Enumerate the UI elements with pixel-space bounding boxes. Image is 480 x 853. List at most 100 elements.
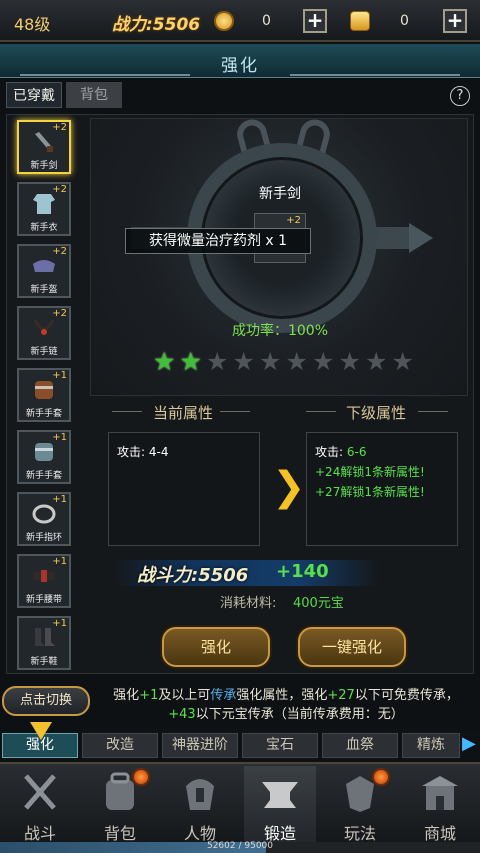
star-empty-icon: ★ bbox=[259, 347, 282, 376]
enhance-level: +2 bbox=[52, 246, 67, 257]
helmet-icon bbox=[186, 779, 214, 810]
hint-text: +27 bbox=[327, 688, 355, 703]
subtab-blood-sacrifice[interactable]: 血祭 bbox=[322, 733, 398, 758]
inheritance-hint: 强化+1及以上可传承强化属性，强化+27以下可免费传承， +43以下元宝传承（当前… bbox=[108, 686, 464, 724]
notification-badge bbox=[372, 768, 390, 786]
ring-icon bbox=[32, 504, 56, 524]
title-bar: 强化 bbox=[0, 44, 480, 78]
battle-power: 战斗力:5506 bbox=[137, 565, 249, 586]
attribute-value: 4-4 bbox=[148, 445, 169, 459]
add-ingot-button[interactable]: + bbox=[443, 9, 467, 33]
next-attributes-title: 下级属性 bbox=[346, 404, 407, 422]
battle-power-gain: +140 bbox=[276, 561, 329, 582]
attribute-label: 攻击: bbox=[117, 445, 146, 459]
tab-bag[interactable]: 背包 bbox=[66, 82, 122, 108]
attribute-value: 6-6 bbox=[346, 445, 367, 459]
add-coin-button[interactable]: + bbox=[303, 9, 327, 33]
hint-text: 及以上可 bbox=[158, 688, 211, 703]
hint-text: 传承 bbox=[210, 688, 237, 703]
star-empty-icon: ★ bbox=[365, 347, 388, 376]
enhance-level: +1 bbox=[52, 370, 67, 381]
equipment-slot-helmet[interactable]: +2 新手盔 bbox=[17, 244, 71, 298]
star-empty-icon: ★ bbox=[312, 347, 335, 376]
attribute-line: 攻击: 6-6 bbox=[315, 443, 366, 460]
nav-gameplay[interactable]: 玩法 bbox=[324, 766, 396, 843]
equipment-name: 新手指环 bbox=[25, 533, 62, 543]
equipment-slot-armor[interactable]: +2 新手衣 bbox=[17, 182, 71, 236]
hint-text: 以下可免费传承， bbox=[354, 688, 459, 703]
switch-button[interactable]: 点击切换 bbox=[2, 686, 90, 716]
nav-bag[interactable]: 背包 bbox=[84, 766, 156, 843]
glove-icon bbox=[35, 381, 53, 399]
pavilion-icon bbox=[422, 776, 458, 810]
crossed-swords-icon bbox=[24, 774, 56, 810]
equipment-slot-sword[interactable]: +2 新手剑 bbox=[17, 120, 71, 174]
nav-forge[interactable]: 锻造 bbox=[244, 766, 316, 843]
enhance-level: +2 bbox=[52, 308, 67, 319]
top-bar: 48级 战力:5506 0 + 0 + bbox=[0, 0, 480, 42]
subtab-refine[interactable]: 精炼 bbox=[402, 733, 460, 758]
attribute-label: 攻击: bbox=[315, 445, 344, 459]
equipment-slot-gloves-2[interactable]: +1 新手手套 bbox=[17, 430, 71, 484]
tab-worn[interactable]: 已穿戴 bbox=[6, 82, 62, 108]
experience-text: 52602 / 95000 bbox=[206, 841, 273, 851]
star-empty-icon: ★ bbox=[206, 347, 229, 376]
equipment-slot-ring[interactable]: +1 新手指环 bbox=[17, 492, 71, 546]
nav-character[interactable]: 人物 bbox=[164, 766, 236, 843]
heading-decoration bbox=[220, 411, 250, 412]
hint-text: 强化属性，强化 bbox=[236, 688, 328, 703]
equipment-slot-necklace[interactable]: +2 新手链 bbox=[17, 306, 71, 360]
enhance-stars: ★ ★ ★ ★ ★ ★ ★ ★ ★ ★ bbox=[153, 349, 423, 375]
equipment-name: 新手盔 bbox=[30, 285, 58, 295]
equipment-slot-gloves-1[interactable]: +1 新手手套 bbox=[17, 368, 71, 422]
page-title: 强化 bbox=[221, 56, 259, 76]
equipment-slot-belt[interactable]: +1 新手腰带 bbox=[17, 554, 71, 608]
success-rate: 成功率：100% bbox=[231, 323, 329, 339]
bottom-nav: 战斗 背包 人物 锻造 玩法 商城 bbox=[0, 762, 480, 843]
heading-decoration bbox=[418, 411, 448, 412]
nav-battle[interactable]: 战斗 bbox=[4, 766, 76, 843]
attribute-bonus: +24解锁1条新属性! bbox=[315, 465, 425, 479]
subtab-modify[interactable]: 改造 bbox=[82, 733, 158, 758]
hint-text: 以下元宝传承（当前传承费用：无） bbox=[195, 707, 404, 722]
enhance-level: +1 bbox=[52, 432, 67, 443]
glove-icon bbox=[35, 443, 53, 461]
star-empty-icon: ★ bbox=[232, 347, 255, 376]
equipment-name: 新手剑 bbox=[30, 161, 58, 171]
sword-icon bbox=[35, 132, 53, 152]
strengthen-button[interactable]: 强化 bbox=[162, 627, 270, 667]
belt-icon bbox=[33, 570, 55, 582]
hint-text: 强化 bbox=[113, 688, 140, 703]
equipment-slot-boots[interactable]: +1 新手鞋 bbox=[17, 616, 71, 670]
enhance-level: +1 bbox=[52, 556, 67, 567]
combat-power: 战力:5506 bbox=[112, 15, 201, 35]
star-filled-icon: ★ bbox=[153, 347, 176, 376]
enhance-level: +1 bbox=[52, 494, 67, 505]
nav-shop[interactable]: 商城 bbox=[404, 766, 476, 843]
hint-text: +1 bbox=[139, 688, 159, 703]
coin-count: 0 bbox=[262, 13, 271, 29]
coin-icon bbox=[214, 11, 234, 31]
notification-badge bbox=[132, 768, 150, 786]
help-icon[interactable]: ? bbox=[450, 86, 470, 106]
equipment-name: 新手鞋 bbox=[30, 657, 58, 667]
next-attributes-box: 攻击: 6-6 +24解锁1条新属性! +27解锁1条新属性! bbox=[306, 432, 458, 546]
star-filled-icon: ★ bbox=[179, 347, 202, 376]
necklace-icon bbox=[33, 319, 55, 335]
enhance-level: +2 bbox=[52, 122, 67, 133]
scroll-right-icon[interactable]: ▶ bbox=[462, 733, 478, 757]
heading-decoration bbox=[112, 411, 142, 412]
star-empty-icon: ★ bbox=[338, 347, 361, 376]
forge-display: 新手剑 +2 获得微量治疗药剂 x 1 成功率：100% ★ ★ ★ ★ ★ ★ ★ ★ ★ ★ bbox=[90, 116, 468, 396]
boots-icon bbox=[35, 628, 55, 646]
equipment-name: 新手手套 bbox=[25, 409, 62, 419]
subtab-artifact-advance[interactable]: 神器进阶 bbox=[162, 733, 238, 758]
selected-marker-icon bbox=[30, 722, 52, 740]
cost-label: 消耗材料: bbox=[220, 596, 277, 611]
current-attributes-title: 当前属性 bbox=[153, 404, 214, 422]
selected-weapon-name: 新手剑 bbox=[259, 186, 301, 202]
subtab-gem[interactable]: 宝石 bbox=[242, 733, 318, 758]
helmet-icon bbox=[33, 260, 55, 272]
one-key-strengthen-button[interactable]: 一键强化 bbox=[298, 627, 406, 667]
ingot-count: 0 bbox=[400, 13, 409, 29]
